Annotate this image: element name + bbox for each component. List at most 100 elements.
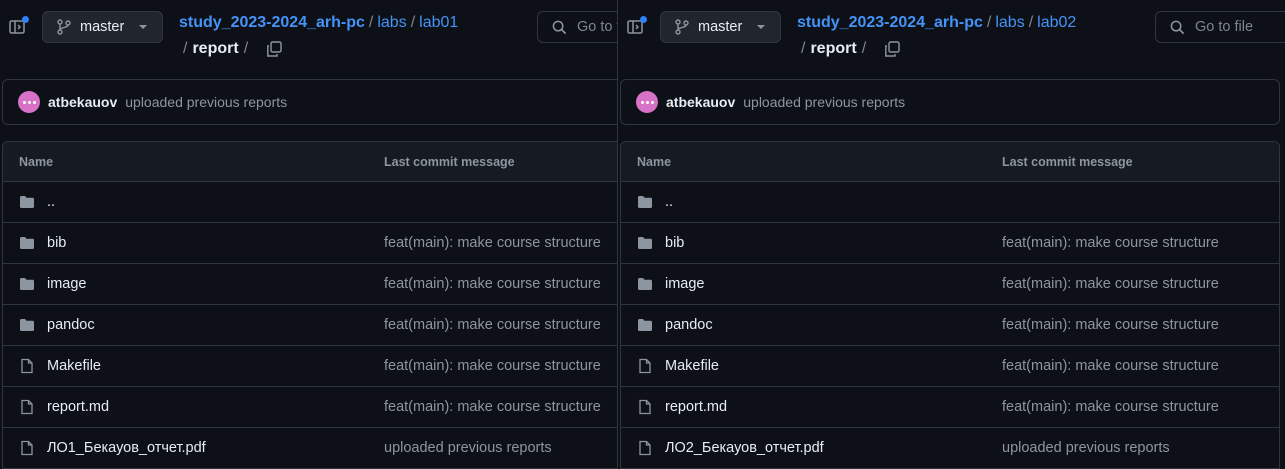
table-row[interactable]: report.md feat(main): make course structu… bbox=[3, 387, 617, 428]
table-row[interactable]: .. bbox=[3, 182, 617, 223]
table-row[interactable]: pandoc feat(main): make course structure bbox=[3, 305, 617, 346]
folder-icon bbox=[637, 276, 655, 292]
file-icon bbox=[637, 358, 655, 374]
file-name-cell: report.md bbox=[3, 399, 384, 415]
file-name-link[interactable]: image bbox=[47, 276, 87, 292]
file-table: Name Last commit message .. bib feat(main)… bbox=[620, 141, 1280, 469]
file-list: .. bib feat(main): make course structure im… bbox=[3, 182, 617, 469]
file-name-link[interactable]: Makefile bbox=[665, 358, 719, 374]
table-row[interactable]: bib feat(main): make course structure bbox=[621, 223, 1279, 264]
file-name-link[interactable]: ЛО1_Бекауов_отчет.pdf bbox=[47, 440, 206, 456]
caret-down-icon bbox=[139, 25, 148, 29]
side-panel-button[interactable] bbox=[2, 12, 32, 42]
commit-message-link[interactable]: feat(main): make course structure bbox=[384, 399, 601, 415]
go-to-file-input[interactable]: Go to file bbox=[537, 11, 617, 43]
commit-message-link[interactable]: feat(main): make course structure bbox=[1002, 276, 1219, 292]
breadcrumb-labs-link[interactable]: labs bbox=[377, 14, 406, 31]
table-row[interactable]: pandoc feat(main): make course structure bbox=[621, 305, 1279, 346]
copy-icon bbox=[885, 41, 900, 57]
table-row[interactable]: image feat(main): make course structure bbox=[3, 264, 617, 305]
file-name-link[interactable]: report.md bbox=[665, 399, 727, 415]
commit-message-link[interactable]: feat(main): make course structure bbox=[1002, 317, 1219, 333]
table-row[interactable]: ЛО1_Бекауов_отчет.pdf uploaded previous r… bbox=[3, 428, 617, 469]
file-icon bbox=[19, 399, 37, 415]
breadcrumb-separator: / bbox=[1028, 14, 1034, 31]
breadcrumb: study_2023-2024_arh-pc / labs / lab02 bbox=[797, 12, 1076, 34]
branch-selector[interactable]: master bbox=[660, 11, 781, 43]
table-row[interactable]: report.md feat(main): make course structu… bbox=[621, 387, 1279, 428]
file-name-link[interactable]: ЛО2_Бекауов_отчет.pdf bbox=[665, 440, 824, 456]
file-icon bbox=[19, 358, 37, 374]
copy-path-button[interactable] bbox=[884, 41, 900, 57]
commit-message-link[interactable]: feat(main): make course structure bbox=[384, 235, 601, 251]
search-icon bbox=[1170, 20, 1185, 34]
table-row[interactable]: .. bbox=[621, 182, 1279, 223]
table-row[interactable]: Makefile feat(main): make course structur… bbox=[3, 346, 617, 387]
notification-dot bbox=[22, 16, 29, 23]
commit-author[interactable]: atbekauov bbox=[666, 94, 735, 110]
file-name-link[interactable]: pandoc bbox=[665, 317, 713, 333]
file-name-cell: image bbox=[3, 276, 384, 292]
commit-message-link[interactable]: feat(main): make course structure bbox=[1002, 399, 1219, 415]
table-row[interactable]: Makefile feat(main): make course structur… bbox=[621, 346, 1279, 387]
file-name-link[interactable]: report.md bbox=[47, 399, 109, 415]
avatar[interactable] bbox=[18, 91, 40, 113]
table-header: Name Last commit message bbox=[621, 142, 1279, 182]
folder-icon bbox=[637, 235, 655, 251]
file-name-link[interactable]: bib bbox=[665, 235, 684, 251]
search-icon bbox=[552, 20, 567, 34]
file-icon bbox=[19, 440, 37, 456]
commit-message[interactable]: uploaded previous reports bbox=[125, 94, 287, 110]
caret-down-icon bbox=[757, 25, 766, 29]
file-icon bbox=[637, 440, 655, 456]
commit-message-link[interactable]: feat(main): make course structure bbox=[384, 358, 601, 374]
file-name-link[interactable]: Makefile bbox=[47, 358, 101, 374]
file-name-link[interactable]: bib bbox=[47, 235, 66, 251]
file-name-link[interactable]: image bbox=[665, 276, 705, 292]
breadcrumb-separator: / bbox=[368, 14, 374, 31]
breadcrumb-repo-link[interactable]: study_2023-2024_arh-pc bbox=[179, 14, 365, 31]
commit-message-link[interactable]: feat(main): make course structure bbox=[1002, 358, 1219, 374]
commit-message[interactable]: uploaded previous reports bbox=[743, 94, 905, 110]
breadcrumb-current-row: / report / bbox=[183, 38, 282, 60]
breadcrumb-separator: / bbox=[410, 14, 416, 31]
file-icon bbox=[637, 399, 655, 415]
breadcrumb: study_2023-2024_arh-pc / labs / lab01 bbox=[179, 12, 458, 34]
commit-message-link[interactable]: feat(main): make course structure bbox=[384, 317, 601, 333]
latest-commit-bar: atbekauov uploaded previous reports bbox=[2, 79, 617, 125]
file-name-link[interactable]: .. bbox=[47, 194, 55, 210]
file-name-cell: pandoc bbox=[621, 317, 1002, 333]
table-row[interactable]: image feat(main): make course structure bbox=[621, 264, 1279, 305]
go-to-file-input[interactable]: Go to file bbox=[1155, 11, 1285, 43]
branch-selector[interactable]: master bbox=[42, 11, 163, 43]
branch-name: master bbox=[80, 19, 125, 35]
commit-message-link[interactable]: uploaded previous reports bbox=[384, 440, 552, 456]
file-name-cell: .. bbox=[621, 194, 1002, 210]
table-row[interactable]: bib feat(main): make course structure bbox=[3, 223, 617, 264]
commit-author[interactable]: atbekauov bbox=[48, 94, 117, 110]
breadcrumb-separator: / bbox=[243, 40, 249, 57]
avatar[interactable] bbox=[636, 91, 658, 113]
breadcrumb-separator: / bbox=[861, 40, 867, 57]
copy-icon bbox=[267, 41, 282, 57]
table-row[interactable]: ЛО2_Бекауов_отчет.pdf uploaded previous r… bbox=[621, 428, 1279, 469]
breadcrumb-repo-link[interactable]: study_2023-2024_arh-pc bbox=[797, 14, 983, 31]
commit-message-link[interactable]: uploaded previous reports bbox=[1002, 440, 1170, 456]
file-name-link[interactable]: .. bbox=[665, 194, 673, 210]
breadcrumb-current-row: / report / bbox=[801, 38, 900, 60]
breadcrumb-separator: / bbox=[986, 14, 992, 31]
go-to-file-placeholder: Go to file bbox=[1195, 19, 1254, 35]
file-name-cell: bib bbox=[621, 235, 1002, 251]
side-panel-button[interactable] bbox=[620, 12, 650, 42]
breadcrumb-labs-link[interactable]: labs bbox=[995, 14, 1024, 31]
commit-message-link[interactable]: feat(main): make course structure bbox=[384, 276, 601, 292]
git-branch-icon bbox=[57, 19, 71, 35]
file-name-cell: bib bbox=[3, 235, 384, 251]
file-name-link[interactable]: pandoc bbox=[47, 317, 95, 333]
git-branch-icon bbox=[675, 19, 689, 35]
breadcrumb-lab-link[interactable]: lab02 bbox=[1037, 14, 1076, 31]
breadcrumb-lab-link[interactable]: lab01 bbox=[419, 14, 458, 31]
column-header-name: Name bbox=[637, 154, 672, 169]
copy-path-button[interactable] bbox=[266, 41, 282, 57]
commit-message-link[interactable]: feat(main): make course structure bbox=[1002, 235, 1219, 251]
